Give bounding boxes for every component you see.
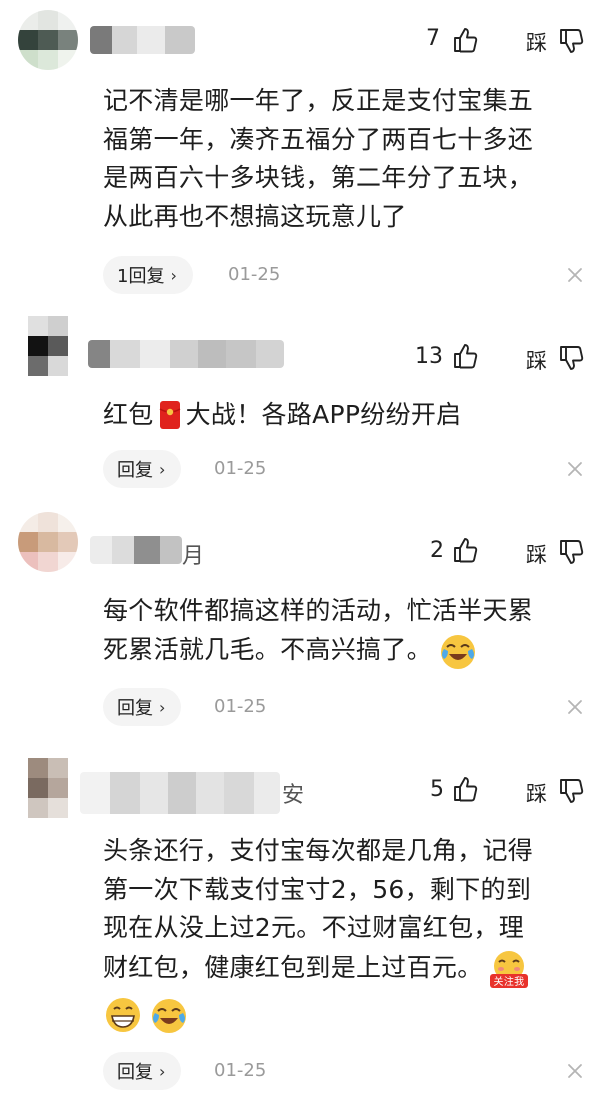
thumbs-down-icon[interactable]: [558, 539, 584, 565]
thumbs-up-icon[interactable]: [452, 27, 478, 53]
reply-label: 回复: [117, 460, 153, 481]
username-blurred[interactable]: [88, 340, 284, 368]
avatar[interactable]: [18, 316, 78, 376]
chevron-right-icon: ›: [159, 459, 166, 479]
comment-date: 01-25: [214, 696, 267, 717]
close-icon[interactable]: [566, 460, 584, 478]
comment-line: 第一次下载支付宝寸2，56，剩下的到: [103, 874, 532, 904]
thumbs-up-icon[interactable]: [452, 776, 478, 802]
reply-label: 回复: [117, 698, 153, 719]
thumbs-up-icon[interactable]: [452, 537, 478, 563]
comment-line: 是两百六十多块钱，第二年分了五块，: [103, 163, 534, 192]
comment-date: 01-25: [214, 458, 267, 479]
thumbs-down-icon[interactable]: [558, 345, 584, 371]
reply-button[interactable]: 1回复 ›: [103, 256, 193, 294]
dislike-label[interactable]: 踩: [526, 778, 547, 808]
thumbs-down-icon[interactable]: [558, 28, 584, 54]
avatar[interactable]: [18, 10, 78, 70]
comment-text: 每个软件都搞这样的活动，忙活半天累 死累活就几毛。不高兴搞了。: [103, 592, 588, 671]
thumbs-down-icon[interactable]: [558, 778, 584, 804]
comment-text-part: 大战！各路APP纷纷开启: [185, 400, 462, 429]
follow-me-sticker: 关注我: [489, 950, 528, 988]
reply-button[interactable]: 回复 ›: [103, 688, 182, 726]
username-blurred[interactable]: [90, 536, 182, 564]
grinning-emoji: [106, 997, 140, 1032]
comment-date: 01-25: [214, 1060, 267, 1081]
comment-text: 记不清是哪一年了，反正是支付宝集五 福第一年，凑齐五福分了两百七十多还 是两百六…: [103, 82, 588, 236]
reply-label: 1回复: [117, 266, 165, 287]
chevron-right-icon: ›: [159, 697, 166, 717]
comment-line: 记不清是哪一年了，反正是支付宝集五: [103, 86, 534, 115]
username-blurred[interactable]: [90, 26, 195, 54]
like-count: 5: [430, 777, 444, 802]
reply-button[interactable]: 回复 ›: [103, 450, 182, 488]
dislike-label[interactable]: 踩: [526, 27, 547, 57]
comment-text: 红包 大战！各路APP纷纷开启: [103, 396, 588, 435]
dislike-label[interactable]: 踩: [526, 539, 547, 569]
comment-line: 头条还行，支付宝每次都是几角，记得: [103, 836, 534, 865]
comment-line: 现在从没上过2元。不过财富红包，理: [103, 913, 525, 942]
comment-line: 每个软件都搞这样的活动，忙活半天累: [103, 596, 534, 625]
like-count: 13: [415, 344, 443, 369]
comment-line-text: 死累活就几毛。不高兴搞了。: [103, 635, 432, 665]
dislike-label[interactable]: 踩: [526, 345, 547, 375]
comment-line-text: 财红包，健康红包到是上过百元。: [103, 953, 483, 983]
thumbs-up-icon[interactable]: [452, 343, 478, 369]
comment-line: 死累活就几毛。不高兴搞了。: [103, 631, 588, 671]
chevron-right-icon: ›: [170, 265, 177, 285]
comment-line: 从此再也不想搞这玩意儿了: [103, 201, 407, 231]
comment-line: 福第一年，凑齐五福分了两百七十多还: [103, 124, 534, 154]
close-icon[interactable]: [566, 698, 584, 716]
reply-label: 回复: [117, 1062, 153, 1083]
avatar[interactable]: [18, 758, 78, 818]
comment-text: 头条还行，支付宝每次都是几角，记得 第一次下载支付宝寸2，56，剩下的到 现在从…: [103, 832, 588, 1038]
chevron-right-icon: ›: [159, 1061, 166, 1081]
red-envelope-emoji: [159, 401, 180, 430]
username-blurred[interactable]: [80, 772, 280, 814]
like-count: 2: [430, 538, 444, 563]
crying-laughing-emoji: [440, 634, 475, 669]
crying-laughing-emoji: [152, 998, 186, 1033]
comment-text-part: 红包: [103, 400, 154, 429]
avatar[interactable]: [18, 512, 78, 572]
comment-line: 财红包，健康红包到是上过百元。 关注我: [103, 948, 588, 990]
like-count: 7: [426, 26, 440, 51]
emoji-row: [103, 992, 588, 1038]
comment-date: 01-25: [228, 264, 281, 285]
reply-button[interactable]: 回复 ›: [103, 1052, 182, 1090]
sticker-text: 关注我: [493, 975, 524, 988]
username-fragment: 月: [182, 544, 205, 569]
close-icon[interactable]: [566, 266, 584, 284]
username-fragment: 安: [282, 783, 305, 808]
close-icon[interactable]: [566, 1062, 584, 1080]
